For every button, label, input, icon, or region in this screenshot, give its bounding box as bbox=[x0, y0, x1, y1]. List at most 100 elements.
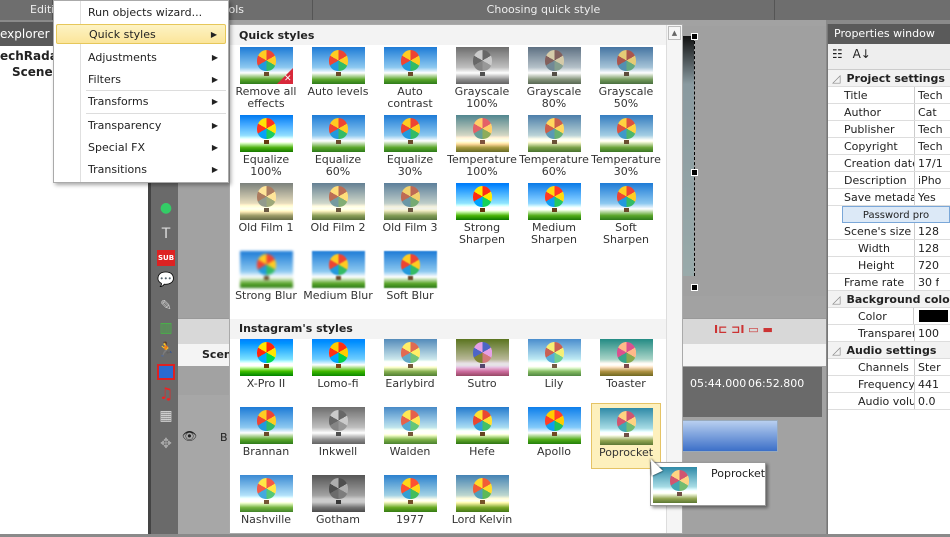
sort-alpha-icon[interactable]: A↓ bbox=[853, 47, 871, 61]
style-old-film-2[interactable]: Old Film 2 bbox=[303, 179, 373, 245]
menu-item-adjustments[interactable]: Adjustments ▶ bbox=[56, 48, 226, 68]
style-medium-blur[interactable]: Medium Blur bbox=[303, 247, 373, 313]
style-apollo[interactable]: Apollo bbox=[519, 403, 589, 469]
timeline-clip[interactable] bbox=[682, 420, 778, 452]
resize-handle[interactable] bbox=[691, 33, 698, 40]
property-value[interactable]: 0.0 bbox=[915, 393, 936, 409]
style-equalize-30[interactable]: Equalize 30% bbox=[375, 111, 445, 178]
tab-editing[interactable]: Editi bbox=[0, 0, 54, 20]
style-earlybird[interactable]: Earlybird bbox=[375, 335, 445, 401]
subtitle-icon[interactable]: SUB bbox=[157, 250, 175, 266]
property-row[interactable]: Description iPho bbox=[828, 172, 950, 189]
style-sutro[interactable]: Sutro bbox=[447, 335, 517, 401]
style-walden[interactable]: Walden bbox=[375, 403, 445, 469]
property-row[interactable]: Title Tech bbox=[828, 87, 950, 104]
menu-item-transparency[interactable]: Transparency ▶ bbox=[56, 116, 226, 136]
color-swatch[interactable] bbox=[918, 310, 948, 322]
style-brannan[interactable]: Brannan bbox=[231, 403, 301, 469]
style-equalize-100[interactable]: Equalize 100% bbox=[231, 111, 301, 178]
collapse-icon[interactable]: ◿ bbox=[828, 342, 840, 358]
style-auto-contrast[interactable]: Auto contrast bbox=[375, 43, 445, 110]
property-value[interactable] bbox=[914, 308, 917, 324]
scene-tab[interactable]: Scen bbox=[202, 348, 232, 361]
style-old-film-3[interactable]: Old Film 3 bbox=[375, 179, 445, 245]
image-icon[interactable] bbox=[157, 364, 175, 380]
property-row[interactable]: Frequency 441 bbox=[828, 376, 950, 393]
property-row[interactable]: Transparent le100 bbox=[828, 325, 950, 342]
property-row[interactable]: Creation date 17/1 bbox=[828, 155, 950, 172]
shape-icon[interactable]: ● bbox=[157, 200, 175, 216]
video-icon[interactable]: ▦ bbox=[157, 408, 175, 424]
style-lomo-fi[interactable]: Lomo-fi bbox=[303, 335, 373, 401]
style-soft-sharpen[interactable]: Soft Sharpen bbox=[591, 179, 661, 246]
property-row[interactable]: Channels Ster bbox=[828, 359, 950, 376]
menu-item-filters[interactable]: Filters ▶ bbox=[56, 70, 226, 90]
property-row[interactable]: Copyright Tech bbox=[828, 138, 950, 155]
property-value[interactable]: Tech bbox=[915, 138, 943, 154]
style-remove-all-effects[interactable]: ✕ Remove all effects bbox=[231, 43, 301, 110]
menu-item-transforms[interactable]: Transforms ▶ bbox=[56, 92, 226, 112]
property-row[interactable]: Scene's size 128 bbox=[828, 223, 950, 240]
style-inkwell[interactable]: Inkwell bbox=[303, 403, 373, 469]
property-value[interactable]: 441 bbox=[915, 376, 939, 392]
style-lily[interactable]: Lily bbox=[519, 335, 589, 401]
property-value[interactable]: 30 f bbox=[915, 274, 939, 290]
property-value[interactable]: Tech bbox=[915, 87, 943, 103]
style-auto-levels[interactable]: Auto levels bbox=[303, 43, 373, 109]
property-section[interactable]: ◿ Project settings bbox=[828, 70, 950, 87]
property-row[interactable]: Publisher Tech bbox=[828, 121, 950, 138]
resize-handle[interactable] bbox=[691, 284, 698, 291]
chart-icon[interactable]: ▥ bbox=[157, 320, 175, 336]
property-row[interactable]: Height 720 bbox=[828, 257, 950, 274]
property-row[interactable]: Color bbox=[828, 308, 950, 325]
move-icon[interactable]: ✥ bbox=[157, 436, 175, 452]
password-button[interactable]: Password pro bbox=[842, 206, 950, 223]
style-temperature-100[interactable]: Temperature 100% bbox=[447, 111, 517, 178]
resize-handle[interactable] bbox=[691, 169, 698, 176]
menu-item-run-objects-wizard[interactable]: Run objects wizard... bbox=[56, 3, 226, 23]
property-value[interactable]: 128 bbox=[915, 223, 939, 239]
property-section[interactable]: ◿ Audio settings bbox=[828, 342, 950, 359]
property-value[interactable]: Cat bbox=[915, 104, 937, 120]
style-grayscale-50[interactable]: Grayscale 50% bbox=[591, 43, 661, 110]
property-row[interactable]: Frame rate 30 f bbox=[828, 274, 950, 291]
gallery-scrollbar[interactable]: ▲ bbox=[666, 25, 682, 533]
style-1977[interactable]: 1977 bbox=[375, 471, 445, 537]
style-soft-blur[interactable]: Soft Blur bbox=[375, 247, 445, 313]
collapse-icon[interactable]: ◿ bbox=[828, 70, 840, 86]
property-value[interactable]: iPho bbox=[915, 172, 941, 188]
style-grayscale-80[interactable]: Grayscale 80% bbox=[519, 43, 589, 110]
animated-character-icon[interactable]: 🏃 bbox=[157, 342, 175, 358]
style-x-pro-ii[interactable]: X-Pro II bbox=[231, 335, 301, 401]
style-strong-blur[interactable]: Strong Blur bbox=[231, 247, 301, 313]
style-equalize-60[interactable]: Equalize 60% bbox=[303, 111, 373, 178]
property-section[interactable]: ◿ Background colo bbox=[828, 291, 950, 308]
style-nashville[interactable]: Nashville bbox=[231, 471, 301, 537]
menu-item-quick-styles[interactable]: Quick styles ▶ bbox=[56, 24, 226, 44]
property-row[interactable]: Audio volume0.0 bbox=[828, 393, 950, 410]
property-value[interactable]: 100 bbox=[915, 325, 939, 341]
style-lord-kelvin[interactable]: Lord Kelvin bbox=[447, 471, 517, 537]
categorized-icon[interactable]: ☷ bbox=[832, 47, 843, 61]
text-icon[interactable]: T bbox=[157, 226, 175, 242]
preview-canvas[interactable] bbox=[682, 26, 826, 296]
style-strong-sharpen[interactable]: Strong Sharpen bbox=[447, 179, 517, 246]
speech-bubble-icon[interactable]: 💬 bbox=[157, 272, 175, 288]
collapse-icon[interactable]: ◿ bbox=[828, 291, 840, 307]
menu-item-special-fx[interactable]: Special FX ▶ bbox=[56, 138, 226, 158]
menu-item-transitions[interactable]: Transitions ▶ bbox=[56, 160, 226, 180]
style-old-film-1[interactable]: Old Film 1 bbox=[231, 179, 301, 245]
style-grayscale-100[interactable]: Grayscale 100% bbox=[447, 43, 517, 110]
property-value[interactable]: Ster bbox=[915, 359, 941, 375]
property-value[interactable]: 17/1 bbox=[915, 155, 943, 171]
eye-icon[interactable]: 👁 bbox=[182, 429, 197, 443]
style-gotham[interactable]: Gotham bbox=[303, 471, 373, 537]
property-row[interactable]: Width 128 bbox=[828, 240, 950, 257]
style-temperature-60[interactable]: Temperature 60% bbox=[519, 111, 589, 178]
property-value[interactable]: Tech bbox=[915, 121, 943, 137]
style-temperature-30[interactable]: Temperature 30% bbox=[591, 111, 661, 178]
tab-choosing-quick-style[interactable]: Choosing quick style bbox=[313, 0, 775, 20]
style-medium-sharpen[interactable]: Medium Sharpen bbox=[519, 179, 589, 246]
property-value[interactable]: 128 bbox=[915, 240, 939, 256]
style-hefe[interactable]: Hefe bbox=[447, 403, 517, 469]
